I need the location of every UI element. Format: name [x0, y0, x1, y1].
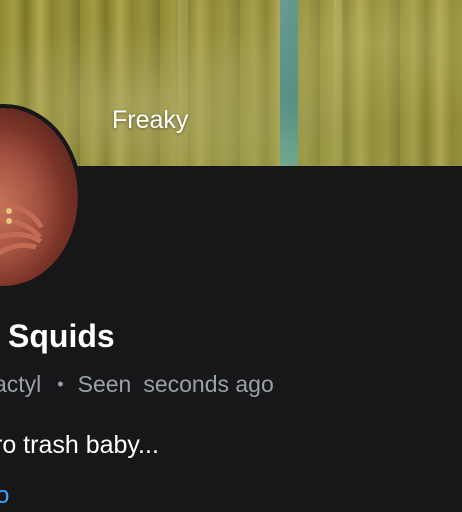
profile-meta: actyl • Seen seconds ago — [0, 368, 274, 400]
seen-time: seconds ago — [143, 371, 274, 397]
profile-page: Freaky Squids actyl • Seen seconds ago r… — [0, 0, 462, 512]
avatar-detail — [6, 208, 12, 214]
banner-stripe — [178, 0, 188, 166]
banner-stripe — [334, 0, 342, 166]
meta-separator: • — [57, 374, 64, 394]
profile-banner: Freaky — [0, 0, 462, 166]
banner-background — [0, 0, 462, 166]
profile-link[interactable]: o — [0, 480, 9, 512]
banner-title: Freaky — [112, 106, 189, 134]
banner-stripe — [280, 0, 298, 166]
profile-status: actyl — [0, 371, 42, 397]
profile-name: Squids — [8, 318, 115, 354]
profile-bio: ro trash baby... — [0, 431, 159, 459]
seen-label: Seen — [77, 371, 132, 397]
